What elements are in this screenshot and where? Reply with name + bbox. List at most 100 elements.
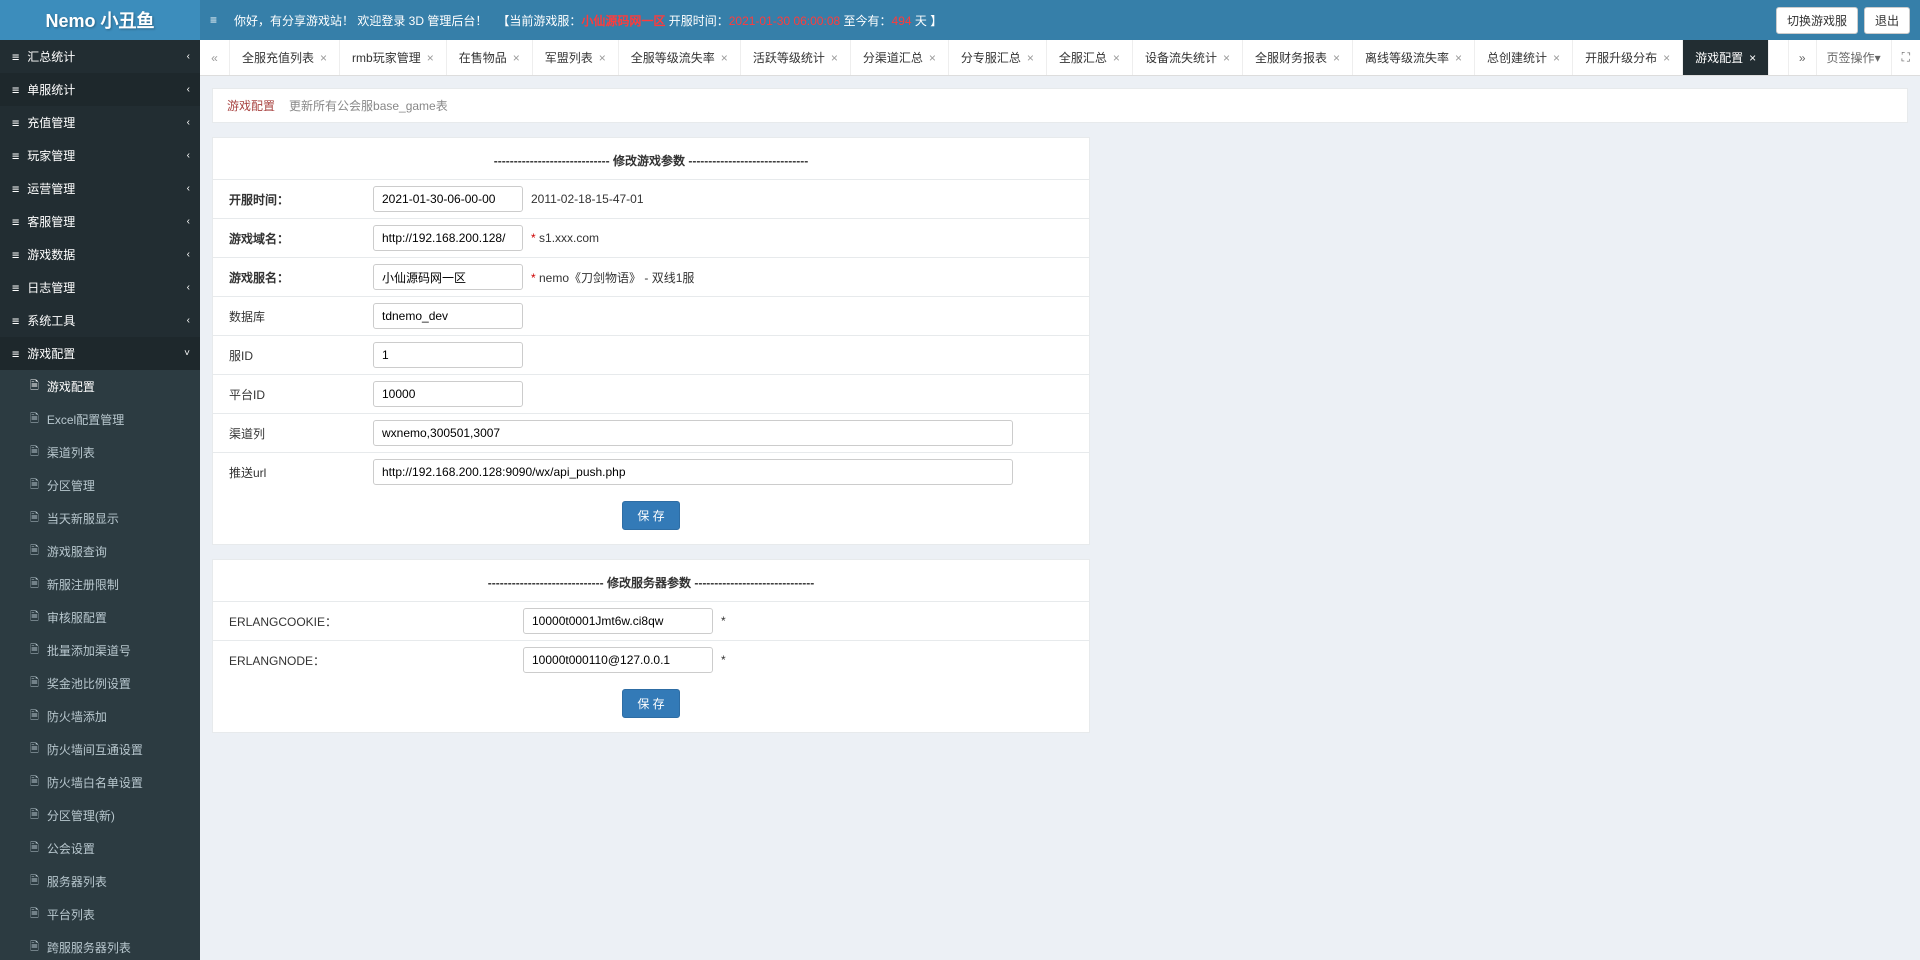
chevron-icon: ‹: [187, 282, 190, 293]
file-icon: 🗎: [30, 839, 39, 858]
sidebar-sub-label: 当天新服显示: [47, 510, 119, 527]
sidebar-sub-5[interactable]: 🗎游戏服查询: [0, 535, 200, 568]
tabs-scroll-left[interactable]: «: [200, 40, 230, 75]
tab-1[interactable]: rmb玩家管理×: [340, 40, 447, 75]
tab-label: 设备流失统计: [1145, 49, 1217, 66]
tabs-menu-button[interactable]: 页签操作 ▾: [1816, 40, 1891, 75]
tab-8[interactable]: 全服汇总×: [1047, 40, 1133, 75]
close-icon[interactable]: ×: [1223, 51, 1230, 65]
sidebar-sub-11[interactable]: 🗎防火墙间互通设置: [0, 733, 200, 766]
domain-input[interactable]: [373, 225, 523, 251]
tab-11[interactable]: 离线等级流失率×: [1353, 40, 1475, 75]
tab-label: 开服升级分布: [1585, 49, 1657, 66]
tab-6[interactable]: 分渠道汇总×: [851, 40, 949, 75]
sidebar-sub-12[interactable]: 🗎防火墙白名单设置: [0, 766, 200, 799]
sidebar-cat-2[interactable]: ≡充值管理‹: [0, 106, 200, 139]
channel-list-input[interactable]: [373, 420, 1013, 446]
file-icon: 🗎: [30, 806, 39, 825]
sidebar-sub-label: 分区管理(新): [47, 807, 115, 824]
open-time-input[interactable]: [373, 186, 523, 212]
crumb-action-link[interactable]: 更新所有公会服base_game表: [289, 97, 448, 114]
sidebar-sub-4[interactable]: 🗎当天新服显示: [0, 502, 200, 535]
list-icon: ≡: [12, 347, 19, 361]
list-icon: ≡: [12, 83, 19, 97]
logout-button[interactable]: 退出: [1864, 7, 1910, 34]
close-icon[interactable]: ×: [599, 51, 606, 65]
sidebar-cat-9[interactable]: ≡游戏配置˅: [0, 337, 200, 370]
platform-id-input[interactable]: [373, 381, 523, 407]
close-icon[interactable]: ×: [1663, 51, 1670, 65]
chevron-icon: ‹: [187, 51, 190, 62]
close-icon[interactable]: ×: [721, 51, 728, 65]
tabs-scroll-right[interactable]: »: [1788, 40, 1816, 75]
sidebar-cat-7[interactable]: ≡日志管理‹: [0, 271, 200, 304]
close-icon[interactable]: ×: [1333, 51, 1340, 65]
save-game-params-button[interactable]: 保 存: [622, 501, 679, 530]
sidebar-sub-7[interactable]: 🗎审核服配置: [0, 601, 200, 634]
sidebar-sub-16[interactable]: 🗎平台列表: [0, 898, 200, 931]
list-icon: ≡: [12, 149, 19, 163]
tab-3[interactable]: 军盟列表×: [533, 40, 619, 75]
tab-label: 游戏配置: [1695, 49, 1743, 66]
sidebar-cat-6[interactable]: ≡游戏数据‹: [0, 238, 200, 271]
tab-9[interactable]: 设备流失统计 ×: [1133, 40, 1243, 75]
sidebar-cat-0[interactable]: ≡汇总统计‹: [0, 40, 200, 73]
tab-13[interactable]: 开服升级分布 ×: [1573, 40, 1683, 75]
fullscreen-button[interactable]: ⛶: [1891, 40, 1920, 75]
push-url-input[interactable]: [373, 459, 1013, 485]
switch-server-button[interactable]: 切换游戏服: [1776, 7, 1858, 34]
tab-14[interactable]: 游戏配置 ×: [1683, 40, 1769, 75]
close-icon[interactable]: ×: [320, 51, 327, 65]
tab-10[interactable]: 全服财务报表×: [1243, 40, 1353, 75]
sidebar-cat-5[interactable]: ≡客服管理‹: [0, 205, 200, 238]
sidebar-sub-1[interactable]: 🗎Excel配置管理: [0, 403, 200, 436]
sidebar-sub-label: 公会设置: [47, 840, 95, 857]
server-name-input[interactable]: [373, 264, 523, 290]
database-input[interactable]: [373, 303, 523, 329]
sidebar-sub-8[interactable]: 🗎 批量添加渠道号: [0, 634, 200, 667]
sidebar-sub-label: 批量添加渠道号: [47, 642, 131, 659]
sidebar-cat-4[interactable]: ≡运营管理‹: [0, 172, 200, 205]
sidebar-sub-14[interactable]: 🗎 公会设置: [0, 832, 200, 865]
sidebar-sub-9[interactable]: 🗎奖金池比例设置: [0, 667, 200, 700]
sidebar-sub-0[interactable]: 🗎游戏配置: [0, 370, 200, 403]
close-icon[interactable]: ×: [929, 51, 936, 65]
close-icon[interactable]: ×: [1027, 51, 1034, 65]
sidebar-sub-13[interactable]: 🗎 分区管理(新): [0, 799, 200, 832]
close-icon[interactable]: ×: [1553, 51, 1560, 65]
sidebar-sub-label: 分区管理: [47, 477, 95, 494]
sidebar-sub-17[interactable]: 🗎跨服服务器列表: [0, 931, 200, 960]
close-icon[interactable]: ×: [427, 51, 434, 65]
list-icon: ≡: [12, 215, 19, 229]
erlang-cookie-input[interactable]: [523, 608, 713, 634]
sidebar-cat-1[interactable]: ≡单服统计‹: [0, 73, 200, 106]
tab-5[interactable]: 活跃等级统计×: [741, 40, 851, 75]
sidebar-sub-6[interactable]: 🗎新服注册限制: [0, 568, 200, 601]
server-id-input[interactable]: [373, 342, 523, 368]
close-icon[interactable]: ×: [1455, 51, 1462, 65]
tab-2[interactable]: 在售物品×: [447, 40, 533, 75]
sidebar-sub-3[interactable]: 🗎分区管理: [0, 469, 200, 502]
file-icon: 🗎: [30, 938, 39, 957]
sidebar-cat-3[interactable]: ≡玩家管理‹: [0, 139, 200, 172]
sidebar-cat-8[interactable]: ≡系统工具‹: [0, 304, 200, 337]
tab-12[interactable]: 总创建统计×: [1475, 40, 1573, 75]
menu-toggle-icon[interactable]: ≡: [210, 13, 224, 27]
sidebar-sub-15[interactable]: 🗎服务器列表: [0, 865, 200, 898]
sidebar-sub-10[interactable]: 🗎防火墙添加: [0, 700, 200, 733]
tab-4[interactable]: 全服等级流失率×: [619, 40, 741, 75]
close-icon[interactable]: ×: [1113, 51, 1120, 65]
sidebar-cat-label: 汇总统计: [27, 48, 75, 65]
erlang-node-input[interactable]: [523, 647, 713, 673]
close-icon[interactable]: ×: [831, 51, 838, 65]
file-icon: 🗎: [30, 641, 39, 660]
tab-7[interactable]: 分专服汇总×: [949, 40, 1047, 75]
close-icon[interactable]: ×: [513, 51, 520, 65]
tab-0[interactable]: 全服充值列表×: [230, 40, 340, 75]
save-server-params-button[interactable]: 保 存: [622, 689, 679, 718]
chevron-icon: ‹: [187, 249, 190, 260]
close-icon[interactable]: ×: [1749, 51, 1756, 65]
brand-logo[interactable]: Nemo 小丑鱼: [0, 0, 200, 40]
crumb-current: 游戏配置: [227, 97, 275, 114]
sidebar-sub-2[interactable]: 🗎渠道列表: [0, 436, 200, 469]
